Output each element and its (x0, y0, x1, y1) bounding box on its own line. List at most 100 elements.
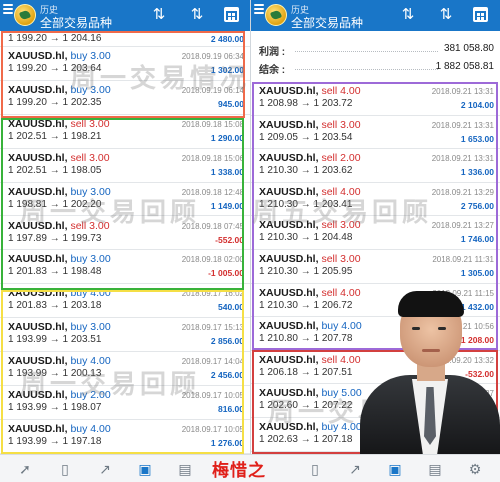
trade-profit: 816.00 (218, 404, 244, 414)
trade-side: buy 4.00 (70, 422, 111, 435)
trade-profit: 2 480.00 (210, 34, 244, 44)
hamburger-menu-icon[interactable] (254, 4, 264, 18)
trade-date: 2018.09.18 15:06 (181, 153, 244, 163)
trade-profit: 1 149.00 (210, 200, 244, 211)
trade-row[interactable]: XAUUSD.hl, buy 4.00 2018.09.17 14:04 1 193… (0, 352, 250, 386)
trade-prices: 1 210.30 → 1 203.62 (259, 165, 353, 177)
history-inbox-icon[interactable]: ▣ (386, 460, 404, 478)
trade-symbol: XAUUSD.hl (8, 83, 65, 96)
trade-profit: 1 290.00 (210, 132, 244, 143)
trade-side: buy 2.00 (70, 389, 111, 401)
settings-icon[interactable]: ⚙ (466, 460, 484, 478)
trade-profit: -1 005.00 (208, 268, 244, 279)
balance-label: 结余 : (259, 65, 286, 76)
trade-symbol: XAUUSD.hl (259, 152, 316, 165)
news-icon[interactable]: ▤ (176, 460, 194, 478)
trade-side: sell 3.00 (70, 117, 110, 130)
up-down-arrows-icon[interactable]: ⇅ (188, 6, 206, 24)
trade-profit: 945.00 (218, 98, 244, 109)
trade-row[interactable]: XAUUSD.hl, sell 4.00 2018.09.21 13:31 1 20… (251, 82, 500, 116)
trade-side: buy 3.00 (70, 50, 111, 62)
trade-symbol: XAUUSD.hl (8, 151, 65, 164)
trade-symbol: XAUUSD.hl (8, 389, 65, 401)
trade-date: 2018.09.19 06:14 (181, 85, 244, 95)
app-logo-icon (265, 4, 287, 26)
trade-profit: 1 336.00 (460, 167, 494, 178)
trade-date: 2018.09.21 13:31 (431, 120, 494, 130)
trade-profit: 1 305.00 (460, 268, 494, 278)
trade-profit: 2 456.00 (210, 370, 244, 381)
profit-summary: 利润 : 381 058.80 (251, 40, 500, 59)
trade-icon[interactable]: ↗ (96, 460, 114, 478)
trade-row[interactable]: XAUUSD.hl, sell 2.00 2018.09.21 13:31 1 21… (251, 149, 500, 183)
trade-row[interactable]: XAUUSD.hl, sell 4.00 2018.09.21 13:29 1 21… (251, 183, 500, 217)
trade-date: 2018.09.21 13:31 (431, 87, 494, 96)
trade-prices: 1 197.89 → 1 199.73 (8, 232, 102, 244)
trade-side: sell 2.00 (321, 152, 361, 165)
trade-profit: 1 302.00 (210, 65, 244, 75)
trade-prices: 1 202.51 → 1 198.21 (8, 130, 102, 142)
trade-date: 2018.09.17 14:04 (181, 357, 244, 367)
trade-date: 2018.09.18 07:45 (181, 221, 244, 231)
trade-symbol: XAUUSD.hl (259, 185, 316, 198)
dotted-leader (295, 51, 438, 52)
trade-profit: 2 856.00 (210, 336, 244, 347)
trade-prices: 1 193.99 → 1 198.07 (8, 402, 102, 413)
trade-row[interactable]: XAUUSD.hl, sell 3.00 2018.09.21 13:31 1 20… (251, 116, 500, 150)
trade-row[interactable]: XAUUSD.hl, sell 3.00 2018.09.21 13:27 1 21… (251, 216, 500, 250)
trade-row[interactable]: XAUUSD.hl, sell 3.00 2018.09.18 07:45 1 19… (0, 217, 250, 251)
trade-prices: 1 206.18 → 1 207.51 (259, 366, 353, 378)
calendar-icon[interactable] (224, 7, 239, 22)
trade-symbol: XAUUSD.hl (8, 117, 65, 130)
trade-symbol: XAUUSD.hl (259, 286, 316, 299)
sort-icon[interactable]: ⇅ (399, 6, 417, 24)
trade-date: 2018.09.17 16:02 (181, 289, 244, 299)
trade-row[interactable]: XAUUSD.hl, buy 4.00 2018.09.17 10:05 1 193… (0, 420, 250, 454)
chart-candles-icon[interactable]: ▯ (306, 460, 324, 478)
trade-prices: 1 210.30 → 1 205.95 (259, 266, 353, 277)
trade-symbol: XAUUSD.hl (259, 320, 316, 333)
trade-row[interactable]: XAUUSD.hl, buy 4.00 2018.09.17 16:02 1 201… (0, 284, 250, 319)
trade-prices: 1 209.05 → 1 203.54 (259, 131, 353, 143)
trade-date: 2018.09.18 15:08 (181, 119, 244, 129)
trade-row[interactable]: XAUUSD.hl, sell 3.00 2018.09.21 11:31 1 21… (251, 250, 500, 284)
trade-prices: 1 193.99 → 1 197.18 (8, 435, 102, 447)
trade-side: buy 4.00 (321, 320, 362, 333)
trade-side: sell 4.00 (321, 85, 361, 97)
trade-prices: 1 210.30 → 1 203.41 (259, 198, 353, 210)
trade-symbol: XAUUSD.hl (259, 219, 316, 232)
header-title[interactable]: 全部交易品种 (291, 14, 363, 31)
sort-icon[interactable]: ⇅ (150, 6, 168, 24)
trade-profit: 1 276.00 (210, 437, 244, 448)
trade-side: buy 3.00 (70, 253, 111, 266)
chart-candles-icon[interactable]: ▯ (56, 460, 74, 478)
news-icon[interactable]: ▤ (426, 460, 444, 478)
trade-side: sell 4.00 (321, 353, 361, 366)
trade-prices: 1 202.51 → 1 198.05 (8, 164, 102, 176)
trade-row[interactable]: XAUUSD.hl, sell 3.00 2018.09.18 15:08 1 20… (0, 115, 250, 149)
history-inbox-icon[interactable]: ▣ (136, 460, 154, 478)
trade-side: buy 5.00 (321, 387, 362, 400)
trade-prices: 1 201.83 → 1 198.48 (8, 266, 102, 278)
trade-side: buy 3.00 (70, 321, 111, 334)
trade-row[interactable]: XAUUSD.hl, buy 3.00 2018.09.19 06:34 1 199… (0, 47, 250, 81)
trade-symbol: XAUUSD.hl (259, 387, 316, 400)
trade-row[interactable]: XAUUSD.hl, buy 3.00 2018.09.18 12:48 1 198… (0, 183, 250, 217)
trade-profit: 2 104.00 (460, 100, 494, 110)
app-header: 历史 全部交易品种 ⇅ ⇅ (251, 0, 500, 31)
trade-icon[interactable]: ↗ (346, 460, 364, 478)
header-title[interactable]: 全部交易品种 (40, 14, 112, 31)
trade-row[interactable]: XAUUSD.hl, buy 3.00 2018.09.17 15:13 1 193… (0, 318, 250, 353)
trade-row-partial[interactable]: 1 199.20 → 1 204.16 2 480.00 (0, 31, 250, 47)
hamburger-menu-icon[interactable] (3, 4, 13, 18)
trade-row[interactable]: XAUUSD.hl, buy 3.00 2018.09.18 02:00 1 201… (0, 250, 250, 285)
trade-prices: 1 199.20 → 1 204.16 (8, 33, 102, 44)
trade-side: sell 3.00 (70, 219, 110, 232)
trade-symbol: XAUUSD.hl (8, 287, 65, 300)
trade-row[interactable]: XAUUSD.hl, buy 2.00 2018.09.17 10:05 1 193… (0, 386, 250, 420)
trade-row[interactable]: XAUUSD.hl, sell 3.00 2018.09.18 15:06 1 20… (0, 149, 250, 183)
calendar-icon[interactable] (473, 7, 488, 22)
quotes-icon[interactable]: ➚ (16, 460, 34, 478)
up-down-arrows-icon[interactable]: ⇅ (437, 6, 455, 24)
trade-row[interactable]: XAUUSD.hl, buy 3.00 2018.09.19 06:14 1 199… (0, 81, 250, 115)
